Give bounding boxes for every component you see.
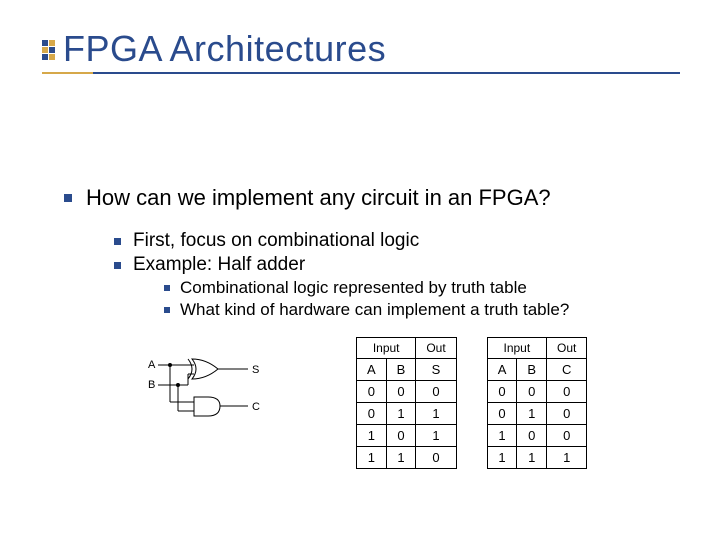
table-row: 101: [357, 425, 457, 447]
truth-table-sum: Input Out A B S 000 011 101 110: [356, 337, 457, 469]
bullet-level3: What kind of hardware can implement a tr…: [164, 300, 720, 320]
table-row: 100: [487, 425, 587, 447]
bullet-text: Combinational logic represented by truth…: [180, 278, 527, 298]
table-row: 000: [357, 381, 457, 403]
half-adder-circuit-diagram: A B S C: [148, 356, 268, 426]
col-b: B: [517, 359, 547, 381]
bullet-level2: First, focus on combinational logic: [114, 230, 720, 252]
col-s: S: [416, 359, 456, 381]
label-s: S: [252, 364, 259, 376]
bullet-icon: [64, 194, 72, 202]
table-row: 011: [357, 403, 457, 425]
bullet-text: What kind of hardware can implement a tr…: [180, 300, 569, 320]
table-row: 111: [487, 447, 587, 469]
label-a: A: [148, 359, 156, 371]
truth-tables: Input Out A B S 000 011 101 110 Input Ou…: [356, 337, 587, 469]
bullet-level2: Example: Half adder: [114, 254, 720, 276]
table-row: 010: [487, 403, 587, 425]
page-title: FPGA Architectures: [63, 28, 386, 70]
col-c: C: [547, 359, 587, 381]
bullet-icon: [114, 238, 121, 245]
label-b: B: [148, 379, 155, 391]
header-out: Out: [416, 338, 456, 359]
bullet-text: How can we implement any circuit in an F…: [86, 184, 551, 212]
bullet-text: Example: Half adder: [133, 254, 305, 276]
bullet-icon: [164, 285, 170, 291]
header-input: Input: [357, 338, 416, 359]
bullet-level3: Combinational logic represented by truth…: [164, 278, 720, 298]
table-row: 110: [357, 447, 457, 469]
title-bar: FPGA Architectures: [0, 0, 720, 70]
truth-table-carry: Input Out A B C 000 010 100 111: [487, 337, 588, 469]
bullet-level1: How can we implement any circuit in an F…: [64, 184, 720, 212]
bullet-icon: [164, 307, 170, 313]
col-b: B: [386, 359, 416, 381]
col-a: A: [487, 359, 517, 381]
label-c: C: [252, 401, 260, 413]
header-out: Out: [547, 338, 587, 359]
slide-body: How can we implement any circuit in an F…: [0, 74, 720, 320]
header-input: Input: [487, 338, 546, 359]
table-row: 000: [487, 381, 587, 403]
title-decoration: [42, 40, 55, 61]
col-a: A: [357, 359, 387, 381]
bullet-icon: [114, 262, 121, 269]
bullet-text: First, focus on combinational logic: [133, 230, 419, 252]
